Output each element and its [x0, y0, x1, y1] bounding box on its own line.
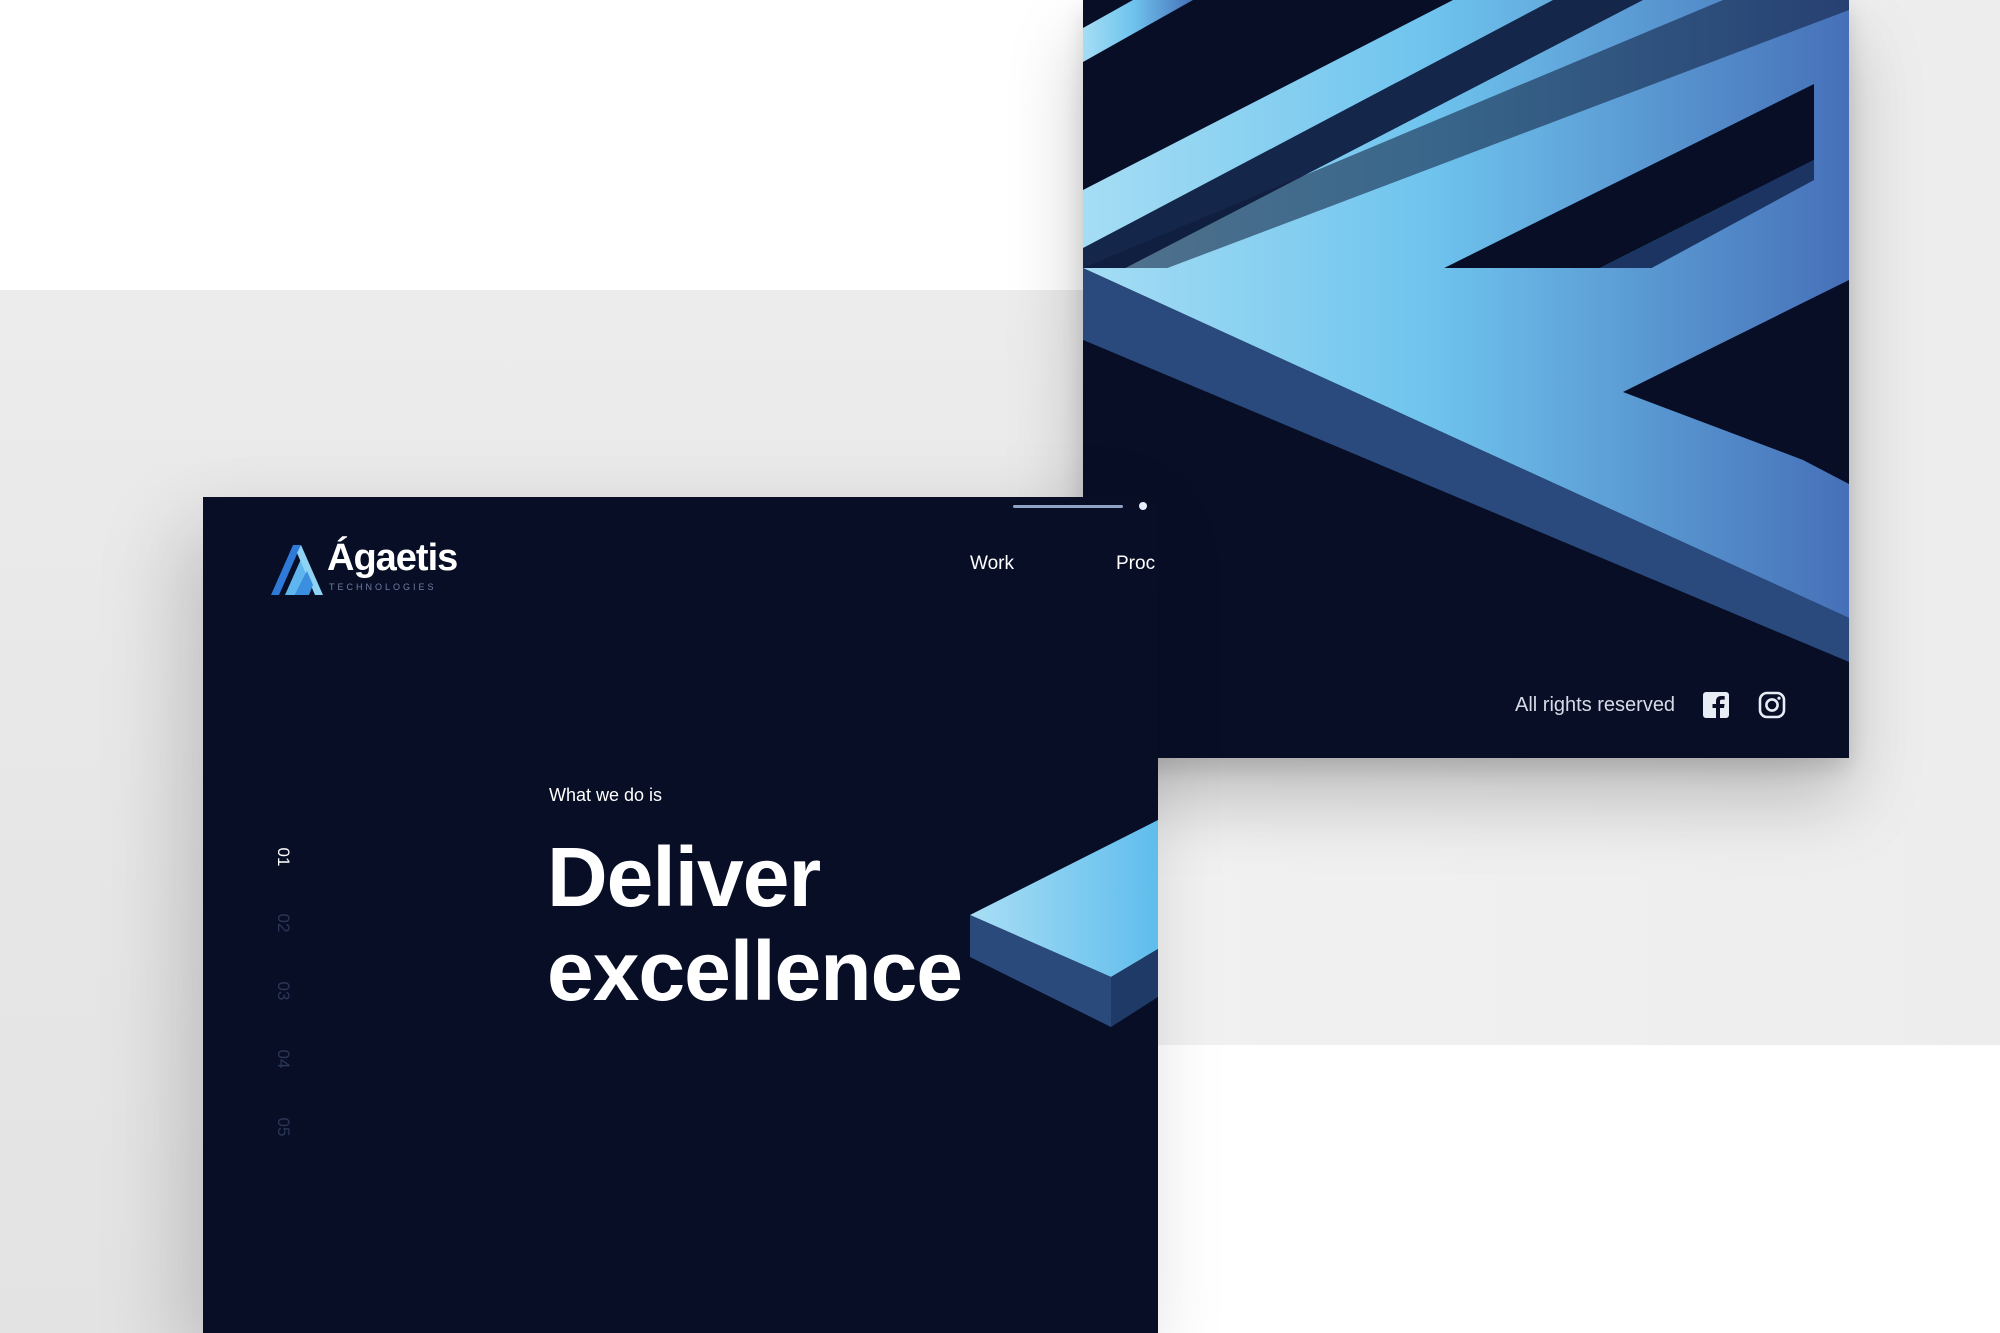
slide-indicator-4[interactable]: 04 [263, 1039, 303, 1079]
slide-indicator-1[interactable]: 01 [263, 837, 303, 877]
instagram-icon[interactable] [1757, 690, 1787, 720]
slide-indicator-5[interactable]: 05 [263, 1107, 303, 1147]
footer-screen: All rights reserved [1083, 0, 1849, 758]
slide-indicator-3[interactable]: 03 [263, 971, 303, 1011]
headline-line-1: Deliver [547, 830, 821, 924]
facebook-icon[interactable] [1701, 690, 1731, 720]
hero-headline: Deliver excellence [547, 830, 963, 1018]
hero-screen: Ágaetis TECHNOLOGIES Work Proc What we d… [203, 497, 1158, 1333]
hero-kicker: What we do is [549, 785, 663, 805]
slide-indicator-2[interactable]: 02 [263, 903, 303, 943]
isometric-a-graphic [1083, 0, 1849, 758]
headline-line-2: excellence [547, 924, 963, 1018]
rights-text: All rights reserved [1515, 694, 1676, 716]
